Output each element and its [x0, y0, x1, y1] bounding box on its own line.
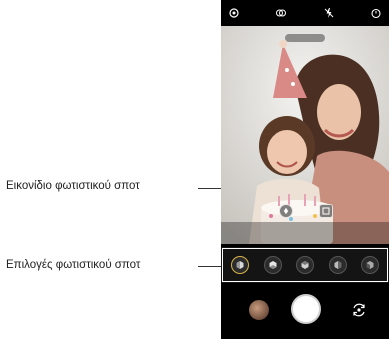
spotlight-option-5[interactable] — [361, 256, 379, 274]
gallery-thumbnail[interactable] — [249, 300, 269, 320]
settings-icon[interactable] — [227, 6, 241, 20]
effects-icon[interactable] — [274, 6, 288, 20]
camera-top-bar — [221, 0, 389, 26]
focus-frame-icon[interactable] — [319, 204, 333, 218]
birthday-photo-preview — [221, 26, 389, 244]
callout-spotlight-icon: Εικονίδιο φωτιστικού σποτ — [6, 180, 140, 192]
spotlight-icon[interactable] — [279, 204, 293, 218]
flash-off-icon[interactable] — [322, 6, 336, 20]
spotlight-option-4[interactable] — [328, 256, 347, 274]
camera-viewfinder[interactable] — [221, 26, 389, 244]
spotlight-options-bar — [221, 247, 389, 283]
shutter-button[interactable] — [291, 294, 321, 324]
timer-icon[interactable] — [369, 6, 383, 20]
spotlight-options-highlight — [222, 248, 388, 282]
zoom-indicator[interactable] — [285, 34, 325, 42]
spotlight-option-2[interactable] — [263, 256, 282, 274]
camera-bottom-bar — [221, 283, 389, 339]
callout-leader-line — [198, 266, 222, 267]
switch-camera-icon[interactable] — [349, 300, 369, 320]
spotlight-option-1[interactable] — [231, 256, 249, 274]
callout-spotlight-options: Επιλογές φωτιστικού σποτ — [6, 259, 141, 271]
spotlight-option-3[interactable] — [296, 256, 314, 274]
